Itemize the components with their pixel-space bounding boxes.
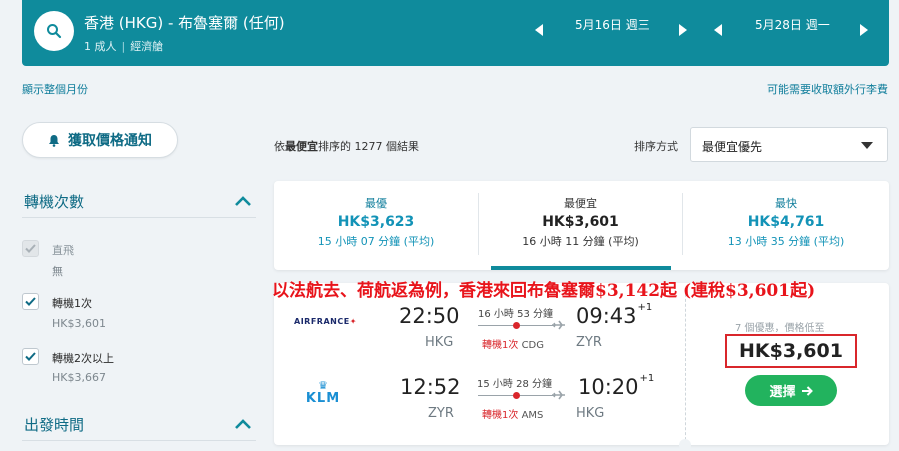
tab-cheapest[interactable]: 最便宜 HK$3,601 16 小時 11 分鐘 (平均) <box>479 181 682 270</box>
baggage-fees-link[interactable]: 可能需要收取額外行李費 <box>767 81 888 97</box>
filter-divider <box>22 217 256 218</box>
direct-checkbox[interactable] <box>22 240 39 257</box>
sort-dropdown[interactable]: 最便宜優先 <box>690 127 888 162</box>
result-card[interactable]: AIRFRANCE✦ 22:50 HKG 16 小時 53 分鐘 轉機1次 CD… <box>274 283 889 451</box>
promo-annotation: 以法航去、荷航返為例，香港來回布魯塞爾$3,142起 (連稅$3,601起) <box>272 281 816 301</box>
stop-dot <box>513 322 520 329</box>
airline-logo-klm: ♛ KLM <box>303 379 343 406</box>
select-button[interactable]: 選擇 <box>745 375 837 406</box>
result-price: HK$3,601 <box>725 334 857 368</box>
one-stop-checkbox[interactable] <box>22 293 39 310</box>
search-icon <box>47 24 62 39</box>
tab-cheapest-name: 最便宜 <box>564 197 597 210</box>
bell-icon <box>49 134 59 147</box>
return-next-button[interactable] <box>857 22 871 38</box>
departure-time-filter-title[interactable]: 出發時間 <box>24 414 84 435</box>
inbound-duration: 15 小時 28 分鐘 <box>477 379 552 390</box>
select-label: 選擇 <box>769 385 796 400</box>
chevron-up-icon[interactable] <box>234 418 252 430</box>
price-alert-label: 獲取價格通知 <box>68 133 152 149</box>
tab-fastest[interactable]: 最快 HK$4,761 13 小時 35 分鐘 (平均) <box>683 181 889 270</box>
tab-cheapest-duration: 16 小時 11 分鐘 (平均) <box>522 235 639 248</box>
check-icon <box>25 297 36 306</box>
two-plus-stops-label: 轉機2次以上 <box>52 352 114 365</box>
outbound-depart-time: 22:50 <box>399 304 460 328</box>
filter-divider <box>22 440 256 441</box>
tab-best[interactable]: 最優 HK$3,623 15 小時 07 分鐘 (平均) <box>274 181 478 270</box>
direct-label: 直飛 <box>52 244 74 257</box>
check-icon <box>25 244 36 253</box>
plane-icon <box>552 390 565 400</box>
outbound-stops: 轉機1次 CDG <box>482 340 544 351</box>
sort-value: 最便宜優先 <box>702 140 763 154</box>
triangle-right-icon <box>679 24 687 36</box>
tab-fastest-name: 最快 <box>775 197 797 210</box>
caret-down-icon <box>861 142 873 149</box>
cabin-class: 經濟艙 <box>130 40 164 53</box>
sort-label: 排序方式 <box>634 140 678 153</box>
inbound-stops: 轉機1次 AMS <box>482 410 544 421</box>
two-plus-stops-price: HK$3,667 <box>52 371 106 384</box>
plane-icon <box>552 320 565 330</box>
one-stop-label: 轉機1次 <box>52 297 92 310</box>
passenger-cabin-summary[interactable]: 1 成人 | 經濟艙 <box>84 38 163 54</box>
tab-fastest-price: HK$4,761 <box>747 214 825 230</box>
inbound-depart-time: 12:52 <box>400 375 461 399</box>
active-tab-indicator <box>491 266 671 270</box>
tab-best-price: HK$3,623 <box>337 214 415 230</box>
tab-best-name: 最優 <box>365 197 387 210</box>
results-count: 依最便宜排序的 1277 個結果 <box>274 140 419 153</box>
outbound-day-offset: +1 <box>637 302 653 313</box>
show-month-link[interactable]: 顯示整個月份 <box>22 81 88 97</box>
tab-fastest-duration: 13 小時 35 分鐘 (平均) <box>727 235 845 248</box>
outbound-arrive-time: 09:43+1 <box>576 302 653 328</box>
inbound-arrive-time: 10:20+1 <box>578 373 655 399</box>
stop-dot <box>513 392 520 399</box>
check-icon <box>25 352 36 361</box>
chevron-up-icon[interactable] <box>234 195 252 207</box>
inbound-day-offset: +1 <box>639 373 655 384</box>
depart-prev-button[interactable] <box>532 22 546 38</box>
deals-count: 7 個優惠，價格低至 <box>735 323 825 334</box>
outbound-from: HKG <box>425 335 454 350</box>
sort-tabs: 最優 HK$3,623 15 小時 07 分鐘 (平均) 最便宜 HK$3,60… <box>274 181 889 270</box>
crown-icon: ♛ <box>318 379 328 392</box>
outbound-duration: 16 小時 53 分鐘 <box>478 309 553 320</box>
depart-next-button[interactable] <box>676 22 690 38</box>
triangle-left-icon <box>714 24 722 36</box>
passenger-count: 1 成人 <box>84 40 117 53</box>
triangle-right-icon <box>860 24 868 36</box>
one-stop-price: HK$3,601 <box>52 317 106 330</box>
sort-emphasis: 最便宜 <box>285 140 318 153</box>
stops-filter-title[interactable]: 轉機次數 <box>24 191 84 212</box>
depart-date[interactable]: 5月16日 週三 <box>575 16 650 33</box>
two-plus-stops-checkbox[interactable] <box>22 348 39 365</box>
outbound-to: ZYR <box>576 335 602 350</box>
tab-best-duration: 15 小時 07 分鐘 (平均) <box>317 235 435 248</box>
return-prev-button[interactable] <box>711 22 725 38</box>
inbound-to: HKG <box>576 406 605 421</box>
inbound-from: ZYR <box>428 406 454 421</box>
route-text[interactable]: 香港 (HKG) - 布魯塞爾 (任何) <box>84 12 285 33</box>
return-date[interactable]: 5月28日 週一 <box>755 16 830 33</box>
triangle-left-icon <box>535 24 543 36</box>
tab-cheapest-price: HK$3,601 <box>542 214 619 230</box>
airline-logo-airfrance: AIRFRANCE✦ <box>294 317 357 326</box>
arrow-right-icon <box>801 385 813 396</box>
price-alert-button[interactable]: 獲取價格通知 <box>22 122 178 158</box>
direct-price: 無 <box>52 265 63 278</box>
search-button[interactable] <box>34 11 74 51</box>
search-summary-bar: 香港 (HKG) - 布魯塞爾 (任何) 1 成人 | 經濟艙 5月16日 週三 5… <box>22 0 889 66</box>
